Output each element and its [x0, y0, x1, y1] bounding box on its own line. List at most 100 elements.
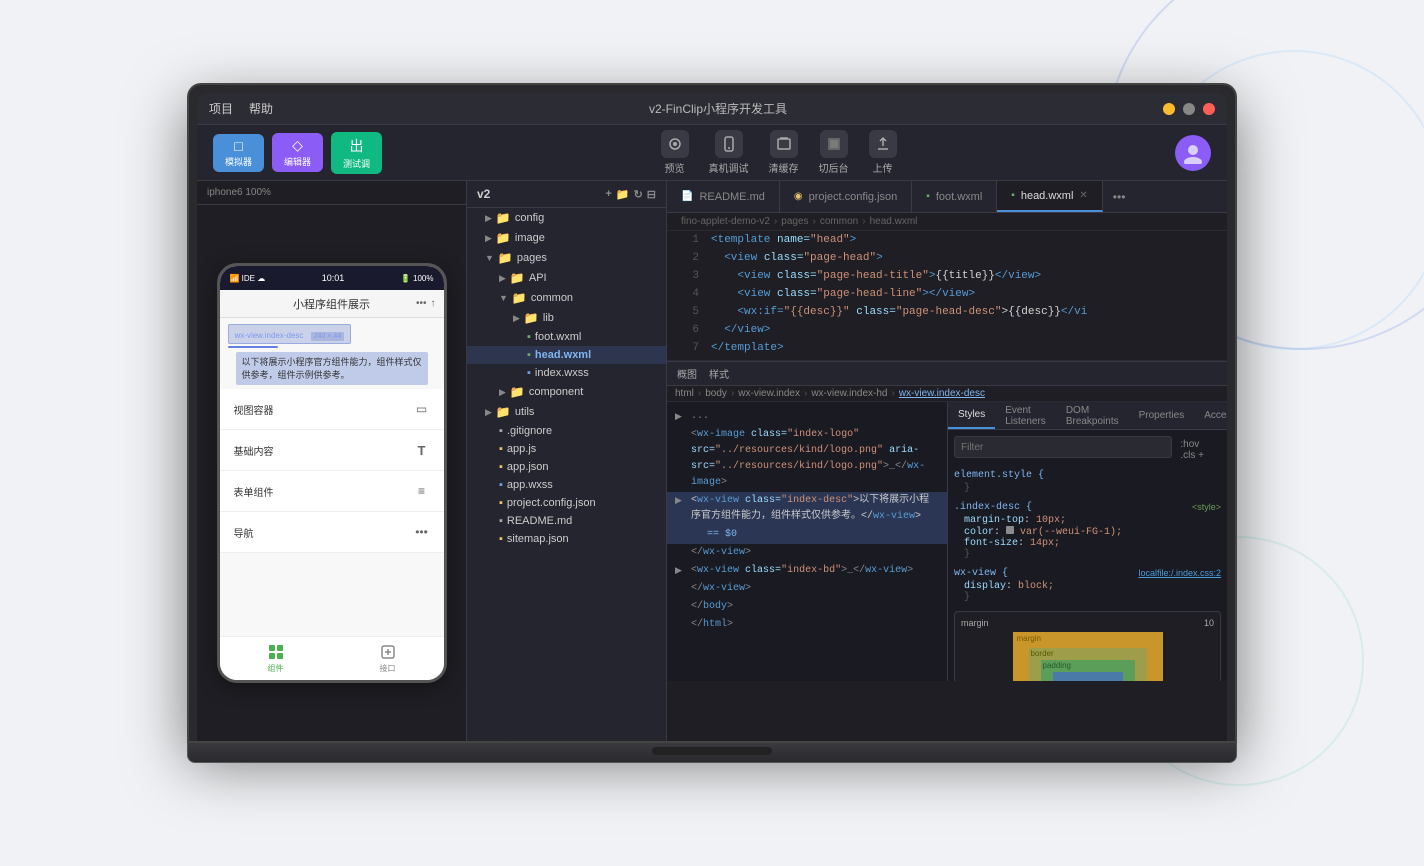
phone-bottom-nav: 组件 接口: [220, 636, 444, 680]
forms-icon: ≡: [414, 483, 430, 499]
code-line-1: 1 <template name="head">: [667, 231, 1227, 249]
html-crumb-index[interactable]: wx-view.index: [738, 388, 800, 399]
tree-item-appwxss[interactable]: ▪ app.wxss: [467, 476, 666, 494]
close-button[interactable]: [1203, 103, 1215, 115]
minimize-button[interactable]: [1163, 103, 1175, 115]
preview-tool[interactable]: 预览: [661, 130, 689, 175]
tree-item-appjson[interactable]: ▪ app.json: [467, 458, 666, 476]
phone-list-item-nav[interactable]: 导航 •••: [220, 512, 444, 553]
folder-icon: 📁: [524, 311, 539, 325]
tree-item-utils[interactable]: ▶ 📁 utils: [467, 402, 666, 422]
phone-nav-interface[interactable]: 接口: [332, 643, 444, 674]
code-line-2: 2 <view class="page-head">: [667, 249, 1227, 267]
wx-view-section: wx-view { localfile:/.index.css:2 displa…: [954, 568, 1221, 603]
tree-item-sitemap[interactable]: ▪ sitemap.json: [467, 530, 666, 548]
tree-item-appjs[interactable]: ▪ app.js: [467, 440, 666, 458]
phone-highlight-area: wx-view.index-desc 240 × 44 以下将展示小程序官方组件…: [228, 324, 436, 385]
simulator-button[interactable]: □ 模拟器: [213, 134, 264, 172]
console-tool[interactable]: 切后台: [819, 130, 849, 175]
tree-item-pages[interactable]: ▼ 📁 pages: [467, 248, 666, 268]
file-tree-panel: v2 + 📁 ↻ ⊟ ▶ 📁 config: [467, 181, 667, 741]
html-line-wxview-desc: ▶ <wx-view class="index-desc">以下将展示小程序官方…: [667, 492, 947, 526]
upload-tool[interactable]: 上传: [869, 130, 897, 175]
phone-list-item-views[interactable]: 视图容器 ▭: [220, 389, 444, 430]
tree-item-foot-wxml[interactable]: ▪ foot.wxml: [467, 328, 666, 346]
device-info: iphone6 100%: [197, 181, 466, 205]
folder-icon: 📁: [498, 251, 513, 265]
styles-filter-input[interactable]: [954, 436, 1172, 458]
tree-item-project-config[interactable]: ▪ project.config.json: [467, 494, 666, 512]
folder-icon: 📁: [510, 385, 525, 399]
user-avatar[interactable]: [1175, 135, 1211, 171]
breadcrumb-common[interactable]: common: [820, 216, 858, 227]
html-crumb-index-hd[interactable]: wx-view.index-hd: [811, 388, 887, 399]
tree-item-common[interactable]: ▼ 📁 common: [467, 288, 666, 308]
box-model-margin-val: 10: [1204, 618, 1214, 628]
tree-item-gitignore[interactable]: ▪ .gitignore: [467, 422, 666, 440]
test-button[interactable]: 出 测试调: [331, 132, 382, 174]
style-source[interactable]: <style>: [1192, 502, 1221, 515]
html-crumb-body[interactable]: body: [705, 388, 727, 399]
tree-item-head-wxml[interactable]: ▪ head.wxml: [467, 346, 666, 364]
test-label: 测试调: [343, 157, 370, 170]
code-editor[interactable]: 1 <template name="head"> 2 <view class="…: [667, 231, 1227, 361]
toolbar: □ 模拟器 ◇ 编辑器 出 测试调: [197, 125, 1227, 181]
html-line-equals: == $0: [667, 526, 947, 544]
tab-more-button[interactable]: •••: [1103, 181, 1136, 212]
tab-readme[interactable]: 📄 README.md: [667, 181, 780, 212]
tab-project-config[interactable]: ◉ project.config.json: [780, 181, 912, 212]
index-desc-selector: .index-desc {: [954, 502, 1032, 513]
real-device-label: 真机调试: [709, 160, 749, 175]
tree-item-component[interactable]: ▶ 📁 component: [467, 382, 666, 402]
menu-item-project[interactable]: 项目: [209, 100, 233, 117]
tab-head-wxml[interactable]: ▪ head.wxml ✕: [997, 181, 1103, 212]
new-folder-icon[interactable]: 📁: [616, 188, 630, 201]
breadcrumb-root[interactable]: fino-applet-demo-v2: [681, 216, 770, 227]
readme-icon: ▪: [499, 515, 503, 527]
preview-label: 预览: [665, 160, 685, 175]
menu-item-help[interactable]: 帮助: [249, 100, 273, 117]
folder-icon: 📁: [496, 405, 511, 419]
styles-tab-dom-breakpoints[interactable]: DOM Breakpoints: [1056, 402, 1129, 429]
code-line-3: 3 <view class="page-head-title">{{title}…: [667, 267, 1227, 285]
tree-item-image[interactable]: ▶ 📁 image: [467, 228, 666, 248]
toolbar-tools: 预览 真机调试 清缓存: [382, 130, 1175, 175]
real-device-tool[interactable]: 真机调试: [709, 130, 749, 175]
tree-item-config[interactable]: ▶ 📁 config: [467, 208, 666, 228]
preview-panel: iphone6 100% 📶 IDE ☁ 10:01 🔋 100%: [197, 181, 467, 741]
tab-close-button[interactable]: ✕: [1079, 190, 1087, 201]
html-crumb-index-desc[interactable]: wx-view.index-desc: [899, 388, 985, 399]
screen-bezel: 项目 帮助 v2-FinClip小程序开发工具: [197, 93, 1227, 741]
styles-tab-event-listeners[interactable]: Event Listeners: [995, 402, 1056, 429]
maximize-button[interactable]: [1183, 103, 1195, 115]
styles-tab-styles[interactable]: Styles: [948, 402, 995, 429]
folder-icon: 📁: [496, 231, 511, 245]
styles-tab-accessibility[interactable]: Accessibility: [1194, 402, 1227, 429]
tree-item-lib[interactable]: ▶ 📁 lib: [467, 308, 666, 328]
phone-list-item-basic[interactable]: 基础内容 T: [220, 430, 444, 471]
breadcrumb-file[interactable]: head.wxml: [870, 216, 918, 227]
tree-item-readme[interactable]: ▪ README.md: [467, 512, 666, 530]
html-line-ellipsis: ▶ ...: [667, 408, 947, 426]
tab-foot-wxml[interactable]: ▪ foot.wxml: [912, 181, 997, 212]
html-line-close-body: </body>: [667, 598, 947, 616]
phone-app-title: 小程序组件展示 ••• ↑: [220, 290, 444, 318]
head-tab-icon: ▪: [1011, 190, 1015, 201]
html-crumb-html[interactable]: html: [675, 388, 694, 399]
editor-button[interactable]: ◇ 编辑器: [272, 133, 323, 172]
styles-tab-properties[interactable]: Properties: [1129, 402, 1195, 429]
clear-cache-tool[interactable]: 清缓存: [769, 130, 799, 175]
collapse-icon[interactable]: ⊟: [647, 188, 656, 201]
html-code-view[interactable]: ▶ ... <wx-image class="index-logo" src="…: [667, 402, 947, 681]
styles-hov-toggle[interactable]: :hov .cls +: [1176, 436, 1221, 464]
box-model-margin-label: margin: [961, 618, 989, 628]
breadcrumb-pages[interactable]: pages: [781, 216, 808, 227]
phone-nav-component[interactable]: 组件: [220, 643, 332, 674]
new-file-icon[interactable]: +: [605, 188, 611, 201]
tree-item-api[interactable]: ▶ 📁 API: [467, 268, 666, 288]
tree-item-index-wxss[interactable]: ▪ index.wxss: [467, 364, 666, 382]
wx-view-source[interactable]: localfile:/.index.css:2: [1138, 568, 1221, 581]
html-label-styles: 样式: [705, 364, 733, 383]
phone-list-item-forms[interactable]: 表单组件 ≡: [220, 471, 444, 512]
refresh-icon[interactable]: ↻: [634, 188, 643, 201]
